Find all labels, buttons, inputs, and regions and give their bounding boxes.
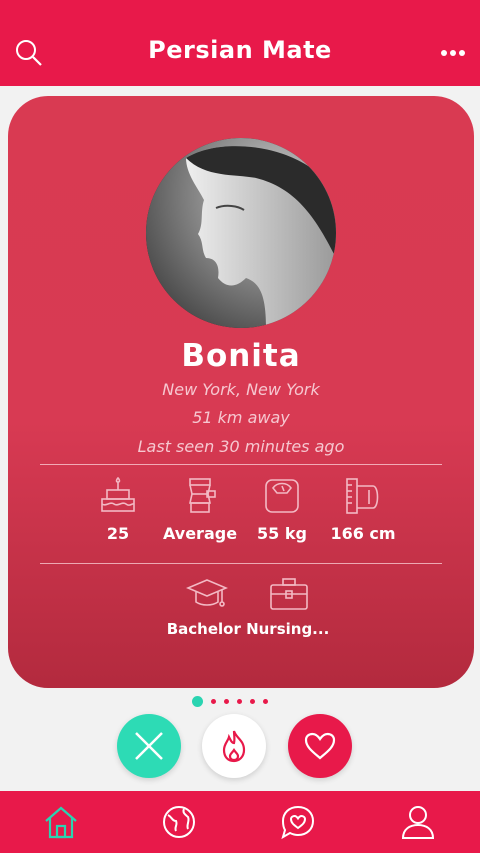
pager-dot[interactable]: [192, 695, 203, 707]
like-button[interactable]: [288, 714, 352, 778]
cake-icon: [101, 476, 135, 512]
app-title: Persian Mate: [148, 36, 332, 64]
bottom-nav: [0, 791, 480, 853]
tab-explore[interactable]: [160, 803, 198, 841]
scale-icon: [265, 479, 299, 513]
superlike-button[interactable]: [202, 714, 266, 778]
pager-dot[interactable]: [211, 698, 216, 704]
graduation-cap-icon: [186, 579, 228, 607]
education-work-label: Bachelor Nursing...: [166, 620, 330, 638]
divider: [40, 563, 442, 564]
profile-icon: [401, 806, 435, 839]
tab-profile[interactable]: [399, 803, 437, 841]
measuring-tape-icon: [346, 478, 379, 514]
stat-height: 166 cm: [318, 476, 408, 543]
pager-dot[interactable]: [263, 698, 268, 704]
profile-last-seen: Last seen 30 minutes ago: [137, 437, 345, 456]
tab-messages[interactable]: [279, 803, 317, 841]
divider: [40, 464, 442, 465]
more-icon[interactable]: [440, 42, 466, 64]
pager-dot[interactable]: [237, 698, 242, 704]
home-icon: [45, 806, 77, 839]
stat-body-value: Average: [162, 524, 238, 543]
tab-home[interactable]: [42, 803, 80, 841]
profile-name: Bonita: [181, 338, 301, 374]
education-work: Bachelor Nursing...: [158, 576, 338, 638]
stat-height-value: 166 cm: [330, 524, 396, 543]
globe-icon: [163, 806, 195, 838]
profile-location: New York, New York: [162, 380, 320, 399]
photo-pager: [192, 695, 268, 707]
profile-distance: 51 km away: [192, 408, 290, 427]
close-icon: [135, 732, 163, 760]
stat-weight-value: 55 kg: [257, 524, 307, 543]
stat-body: Average: [155, 476, 245, 543]
heart-icon: [304, 732, 336, 760]
chat-heart-icon: [281, 805, 315, 840]
profile-photo[interactable]: [146, 138, 336, 328]
pager-dot[interactable]: [224, 698, 229, 704]
stat-age: 25: [73, 476, 163, 543]
stat-age-value: 25: [106, 524, 130, 543]
profile-card[interactable]: Bonita New York, New York 51 km away Las…: [8, 96, 474, 688]
flame-icon: [222, 730, 246, 763]
briefcase-icon: [270, 578, 308, 610]
dislike-button[interactable]: [117, 714, 181, 778]
body-shape-icon: [189, 478, 216, 513]
app-header: Persian Mate: [0, 0, 480, 86]
pager-dot[interactable]: [250, 698, 255, 704]
stat-weight: 55 kg: [237, 476, 327, 543]
